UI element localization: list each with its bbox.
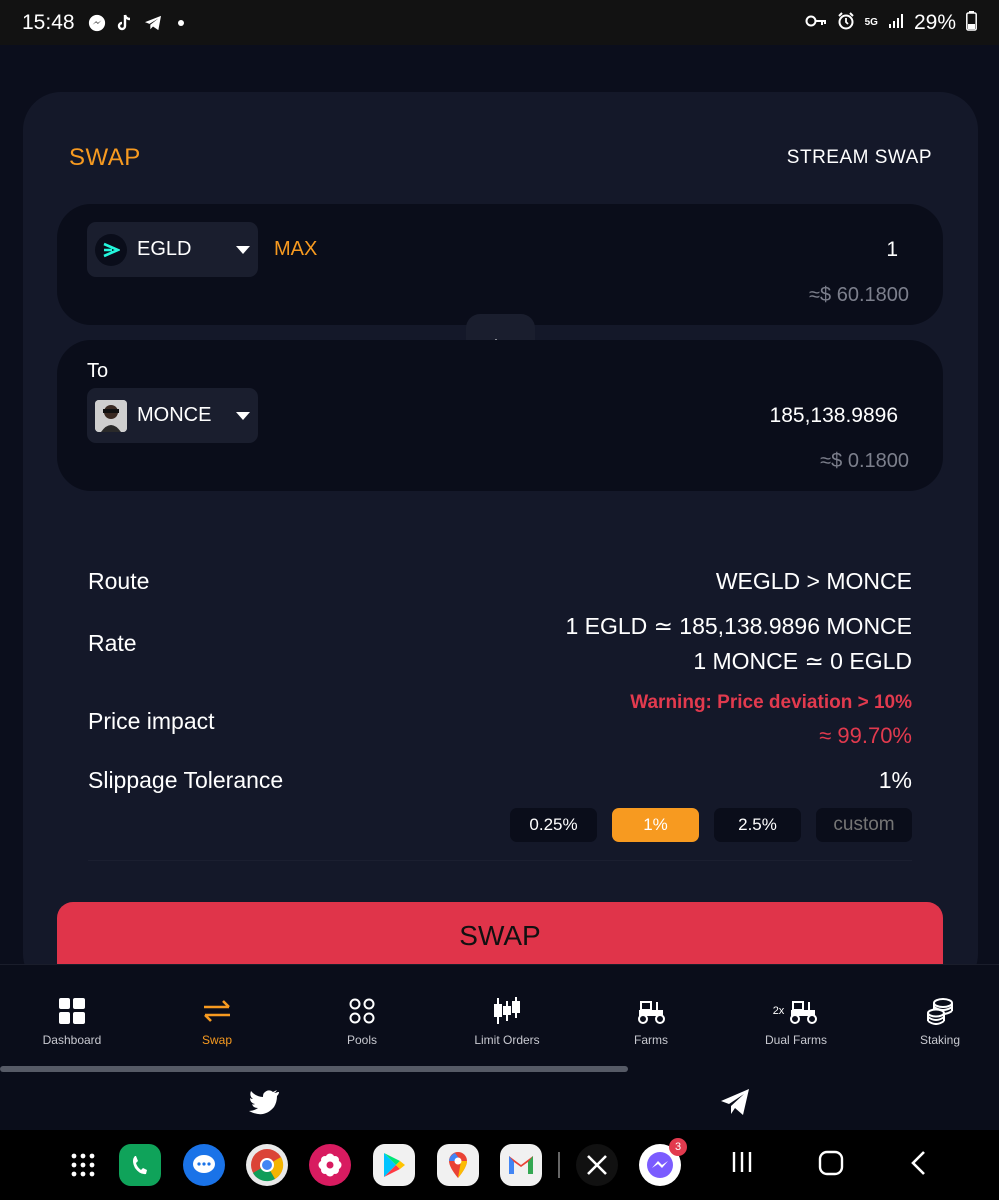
telegram-icon [143,13,163,33]
slippage-value: 1% [878,767,912,793]
battery-percent: 29% [913,10,956,34]
dual-tractor-icon: 2x [741,995,851,1027]
from-token-name: EGLD [137,238,192,260]
rate-label: Rate [88,630,137,656]
from-token-select[interactable]: EGLD [87,222,258,277]
to-usd-value: ≈$ 0.1800 [820,450,909,472]
route-label: Route [88,568,150,594]
nav-swap[interactable]: Swap [162,995,272,1047]
rate-line-1: 1 EGLD ≃ 185,138.9896 MONCE [565,613,912,639]
nav-pools[interactable]: Pools [307,995,417,1047]
nav-label: Dashboard [42,1033,102,1047]
system-status: 5G 29% [805,11,977,35]
bottom-nav: Dashboard Swap Pools Limit Orders Farms … [0,964,999,1074]
maps-icon[interactable] [437,1144,479,1186]
stream-swap-tab[interactable]: STREAM SWAP [787,147,932,169]
nav-dual-farms[interactable]: 2x Dual Farms [741,995,851,1047]
slippage-option-1[interactable]: 1% [612,808,699,842]
dashboard-icon [17,995,127,1027]
chrome-icon[interactable] [246,1144,288,1186]
nav-label: Limit Orders [474,1033,540,1047]
nav-limit-orders[interactable]: Limit Orders [452,995,562,1047]
pools-icon [307,995,417,1027]
nav-label: Staking [919,1033,961,1047]
from-token-box: EGLD MAX 1 ≈$ 60.1800 [57,204,943,325]
alarm-icon [837,12,855,33]
5g-icon: 5G [864,16,878,28]
chevron-down-icon [236,411,250,420]
x-icon[interactable] [576,1144,618,1186]
rate-line-2: 1 MONCE ≃ 0 EGLD [693,648,912,674]
coins-stack-icon [885,995,995,1027]
to-token-name: MONCE [137,404,212,426]
slippage-custom-input[interactable] [816,808,912,842]
price-impact-label: Price impact [88,708,215,734]
taskbar-divider [558,1152,560,1178]
to-token-box: To MONCE 185,138.9896 ≈$ 0.1800 [57,340,943,491]
battery-icon [966,11,977,34]
recents-icon[interactable] [730,1150,754,1174]
from-usd-value: ≈$ 60.1800 [809,284,909,306]
phone-icon[interactable] [119,1144,161,1186]
messenger-icon[interactable]: 3 [639,1138,687,1186]
key-icon [805,14,827,31]
egld-icon [95,233,127,266]
slippage-option-0-25[interactable]: 0.25% [510,808,597,842]
from-amount-input[interactable]: 1 [886,238,898,262]
max-button[interactable]: MAX [274,238,317,261]
telegram-icon[interactable] [719,1086,751,1118]
price-impact-row: Price impact Warning: Price deviation > … [88,692,912,752]
status-bar: 15:48 5G 29% [0,0,999,45]
slippage-option-2-5[interactable]: 2.5% [714,808,801,842]
tractor-icon [596,995,706,1027]
to-label: To [87,360,109,382]
gmail-icon[interactable] [500,1144,542,1186]
swap-card: SWAP STREAM SWAP EGLD MAX 1 ≈$ 60.1800 T… [23,92,978,992]
slippage-options: 0.25% 1% 2.5% [510,808,912,842]
nav-label: Dual Farms [764,1033,827,1047]
candlestick-icon [452,995,562,1027]
divider [88,860,912,861]
tiktok-icon [115,13,135,33]
messenger-icon [87,13,107,33]
price-impact-warning: Warning: Price deviation > 10% [630,692,912,713]
notification-badge: 3 [669,1138,687,1156]
monce-icon [95,399,127,432]
home-icon[interactable] [818,1150,844,1176]
android-taskbar: 3 [0,1130,999,1200]
flower-icon[interactable] [309,1144,351,1186]
play-store-icon[interactable] [373,1144,415,1186]
nav-scrollbar[interactable] [0,1066,628,1072]
nav-label: Swap [201,1033,233,1047]
apps-grid-icon[interactable] [62,1144,104,1186]
swap-title: SWAP [69,144,141,171]
chevron-down-icon [236,245,250,254]
nav-label: Farms [634,1033,668,1047]
nav-staking[interactable]: Staking [885,995,995,1047]
route-value: WEGLD > MONCE [715,568,912,594]
twitter-icon[interactable] [248,1086,280,1118]
nav-dashboard[interactable]: Dashboard [17,995,127,1047]
notification-icons [87,13,191,33]
nav-label: Pools [346,1033,378,1047]
signal-icon [888,13,904,32]
messages-icon[interactable] [183,1144,225,1186]
back-icon[interactable] [910,1150,926,1176]
price-impact-value: ≈ 99.70% [819,723,912,748]
to-token-select[interactable]: MONCE [87,388,258,443]
nav-farms[interactable]: Farms [596,995,706,1047]
swap-arrows-icon [162,995,272,1027]
status-time: 15:48 [22,10,75,34]
dot-icon [171,13,191,33]
dual-prefix: 2x [772,1005,785,1017]
rate-row: Rate 1 EGLD ≃ 185,138.9896 MONCE 1 MONCE… [88,613,912,683]
to-amount-output: 185,138.9896 [769,404,898,427]
slippage-label: Slippage Tolerance [88,767,284,793]
social-bar [0,1074,999,1130]
